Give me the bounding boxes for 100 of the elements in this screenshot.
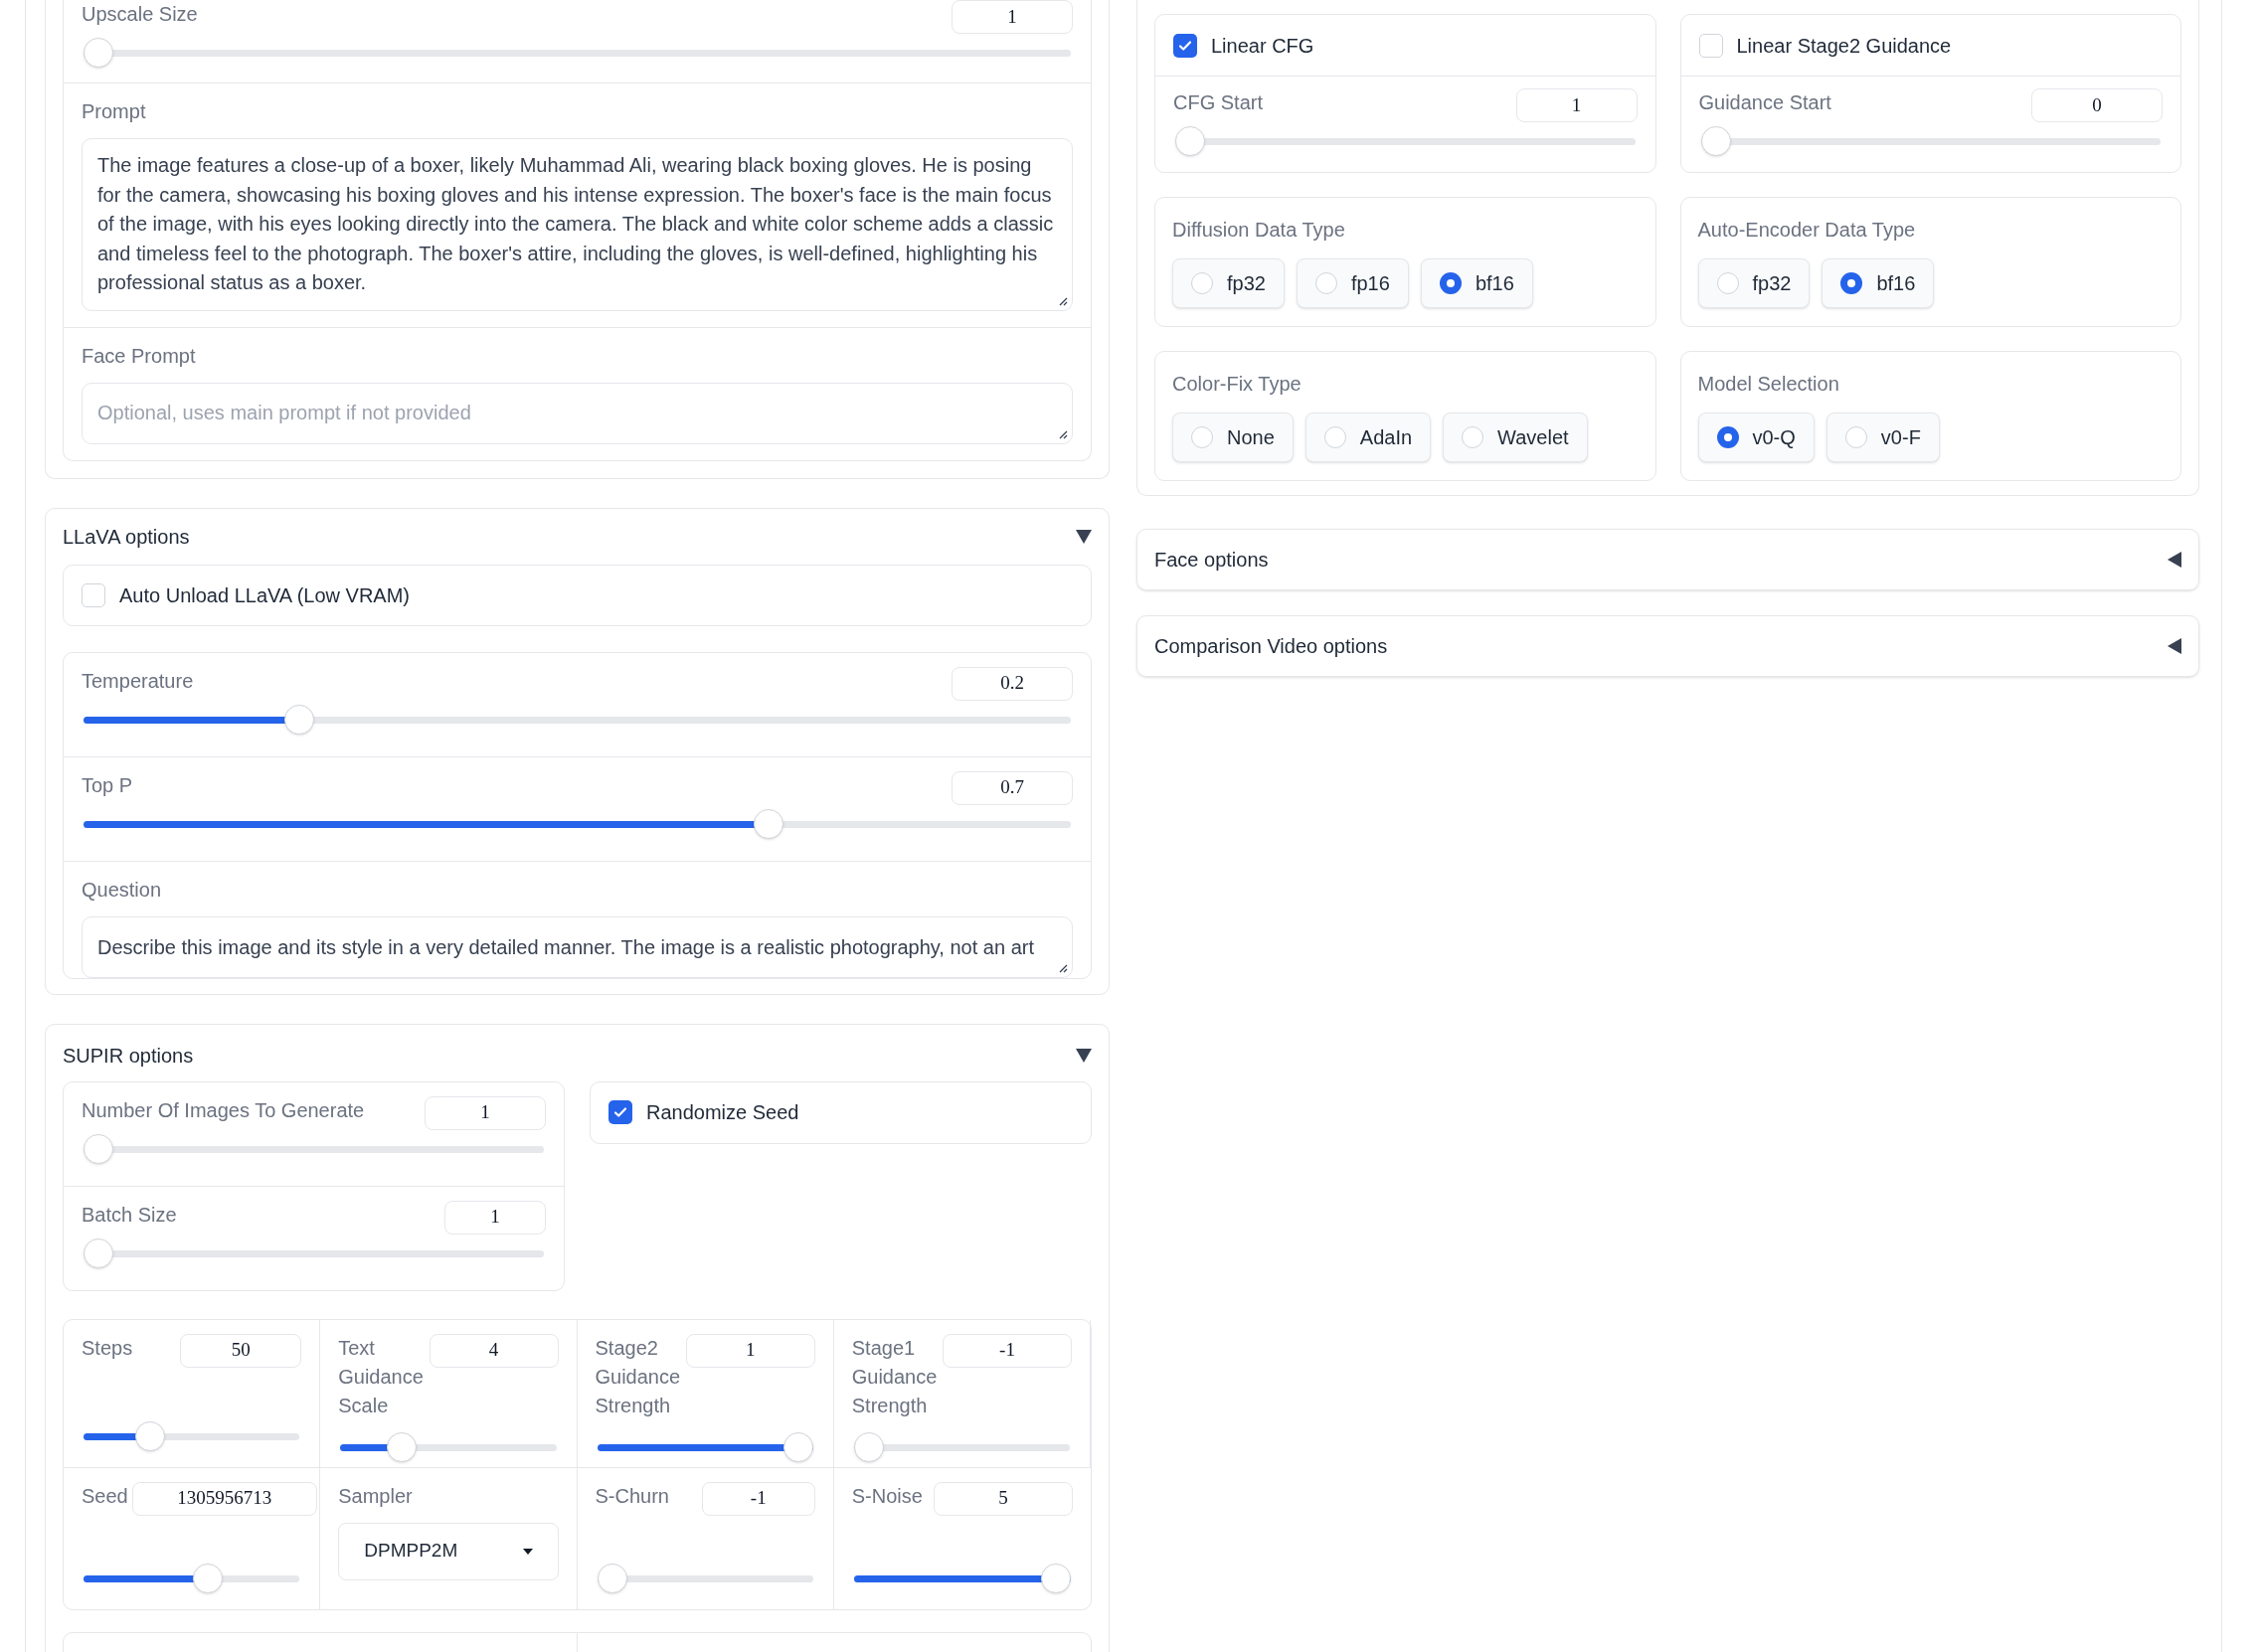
slider-thumb[interactable] [193,1563,224,1593]
number-field[interactable]: 1305956713 [131,1481,317,1516]
collapse-triangle-icon[interactable] [1076,1048,1092,1063]
expand-triangle-icon[interactable] [2168,552,2181,568]
radio-label: fp32 [1227,271,1266,296]
slider-thumb[interactable] [1041,1563,1071,1593]
radio-label: fp16 [1350,271,1390,296]
radio-option[interactable]: v0-F [1825,413,1940,462]
field-label: Batch Size [82,1202,177,1228]
accordion-title[interactable]: SUPIR options [63,1040,194,1071]
slider[interactable] [1175,126,1636,156]
radio-label: Wavelet [1497,425,1569,450]
slider-thumb[interactable] [135,1420,166,1451]
accordion-title[interactable]: Comparison Video options [1154,631,1388,661]
field-label: Model Selection [1697,373,1839,395]
field-label: Color-Fix Type [1172,373,1302,395]
expand-triangle-icon[interactable] [2168,638,2181,654]
slider[interactable] [340,1431,557,1462]
slider-thumb[interactable] [754,808,784,839]
slider-thumb[interactable] [84,1133,113,1164]
caret-icon [522,1548,533,1555]
field-label: Number Of Images To Generate [82,1097,365,1123]
slider[interactable] [84,38,1071,68]
radio-option[interactable]: fp16 [1296,258,1409,308]
check-icon [1178,38,1192,53]
checkbox-label[interactable]: Auto Unload LLaVA (Low VRAM) [119,579,410,610]
checkbox-label[interactable]: Randomize Seed [646,1097,799,1127]
text-area[interactable] [82,138,1073,311]
field-label: Prompt [82,99,147,124]
radio-option[interactable]: v0-Q [1697,413,1815,462]
field-label: Temperature [82,668,194,694]
checkbox[interactable] [1173,33,1197,58]
field-label: Sampler [338,1483,414,1509]
field-label: Stage2 Guidance Strength [595,1335,682,1418]
slider[interactable] [84,704,1071,735]
slider[interactable] [84,1133,544,1164]
field-label: Upscale Size [82,2,198,27]
field-label: Stage1 Guidance Strength [851,1335,939,1418]
number-field[interactable]: 5 [934,1481,1073,1516]
radio-option[interactable]: bf16 [1822,258,1935,308]
radio-option[interactable]: AdaIn [1304,413,1432,462]
checkbox-label[interactable]: Linear Stage2 Guidance [1736,30,1952,61]
number-field[interactable]: 50 [180,1333,302,1368]
number-field[interactable]: 4 [429,1333,559,1368]
field-label: CFG Start [1173,90,1263,115]
slider[interactable] [84,1238,544,1268]
radio-label: fp32 [1752,271,1792,296]
slider[interactable] [84,1563,300,1593]
field-label: Question [82,877,163,903]
accordion-title[interactable]: Face options [1154,545,1269,575]
radio-option[interactable]: fp32 [1172,258,1285,308]
field-label: Diffusion Data Type [1172,219,1345,241]
slider-thumb[interactable] [1700,126,1731,156]
sampler-dropdown[interactable]: DPMPP2M [338,1522,559,1580]
slider[interactable] [597,1431,813,1462]
number-field[interactable]: 0.2 [952,666,1073,701]
number-field[interactable]: 1 [685,1333,815,1368]
slider-thumb[interactable] [84,1238,113,1268]
prompt-text: The image features a close-up of a boxer, likely Muhammad Ali, wearing black boxing gloves. He is posing for the camera, showcasing his boxing gloves and his intense expression. The boxer's face is the main focus of the image, with his eyes looking directly into the camera. The black and white color scheme adds a classic and timeless feel to the photograph. The boxer's attire, including the gloves, is well-defined, highlighting his professional status as a boxer. [97,153,1055,295]
checkbox[interactable] [1698,33,1723,58]
slider[interactable] [84,1420,300,1451]
field-label: Face Prompt [82,343,197,369]
slider[interactable] [1700,126,2161,156]
field-label: Guidance Start [1698,90,1831,115]
radio-option[interactable]: Wavelet [1443,413,1588,462]
radio-label: bf16 [1475,271,1514,296]
number-field[interactable]: 1 [425,1095,546,1130]
checkbox[interactable] [82,582,105,607]
number-field[interactable]: 0 [2031,88,2163,122]
text-area[interactable]: Describe this image and its style in a very detailed manner. The image is a realistic photography, not an art [82,915,1073,978]
radio-option[interactable]: None [1172,413,1294,462]
slider-thumb[interactable] [597,1563,627,1593]
number-field[interactable]: -1 [943,1333,1072,1368]
slider-thumb[interactable] [387,1431,418,1462]
slider[interactable] [84,808,1071,839]
slider-thumb[interactable] [853,1431,884,1462]
number-field[interactable]: 1 [1515,88,1638,122]
field-label: S-Noise [851,1483,924,1509]
checkbox[interactable] [608,1100,632,1124]
slider[interactable] [597,1563,813,1593]
slider-thumb[interactable] [1175,126,1205,156]
check-icon [613,1105,627,1119]
slider-thumb[interactable] [284,704,315,735]
radio-option[interactable]: fp32 [1697,258,1811,308]
slider-thumb[interactable] [782,1431,813,1462]
slider-thumb[interactable] [84,38,113,68]
number-field[interactable]: -1 [701,1481,815,1516]
number-field[interactable]: 1 [444,1200,546,1235]
checkbox-label[interactable]: Linear CFG [1211,30,1314,61]
field-label: Seed [82,1483,128,1509]
radio-label: bf16 [1876,271,1916,296]
accordion-title[interactable]: LLaVA options [63,521,190,552]
number-field[interactable]: 0.7 [952,770,1073,805]
slider[interactable] [853,1431,1070,1462]
number-field[interactable]: 1 [952,0,1073,34]
field-label: Steps [82,1335,134,1361]
slider[interactable] [853,1563,1071,1593]
radio-option[interactable]: bf16 [1420,258,1533,308]
collapse-triangle-icon[interactable] [1076,529,1092,544]
placeholder-text: Optional, uses main prompt if not provided [97,401,471,423]
